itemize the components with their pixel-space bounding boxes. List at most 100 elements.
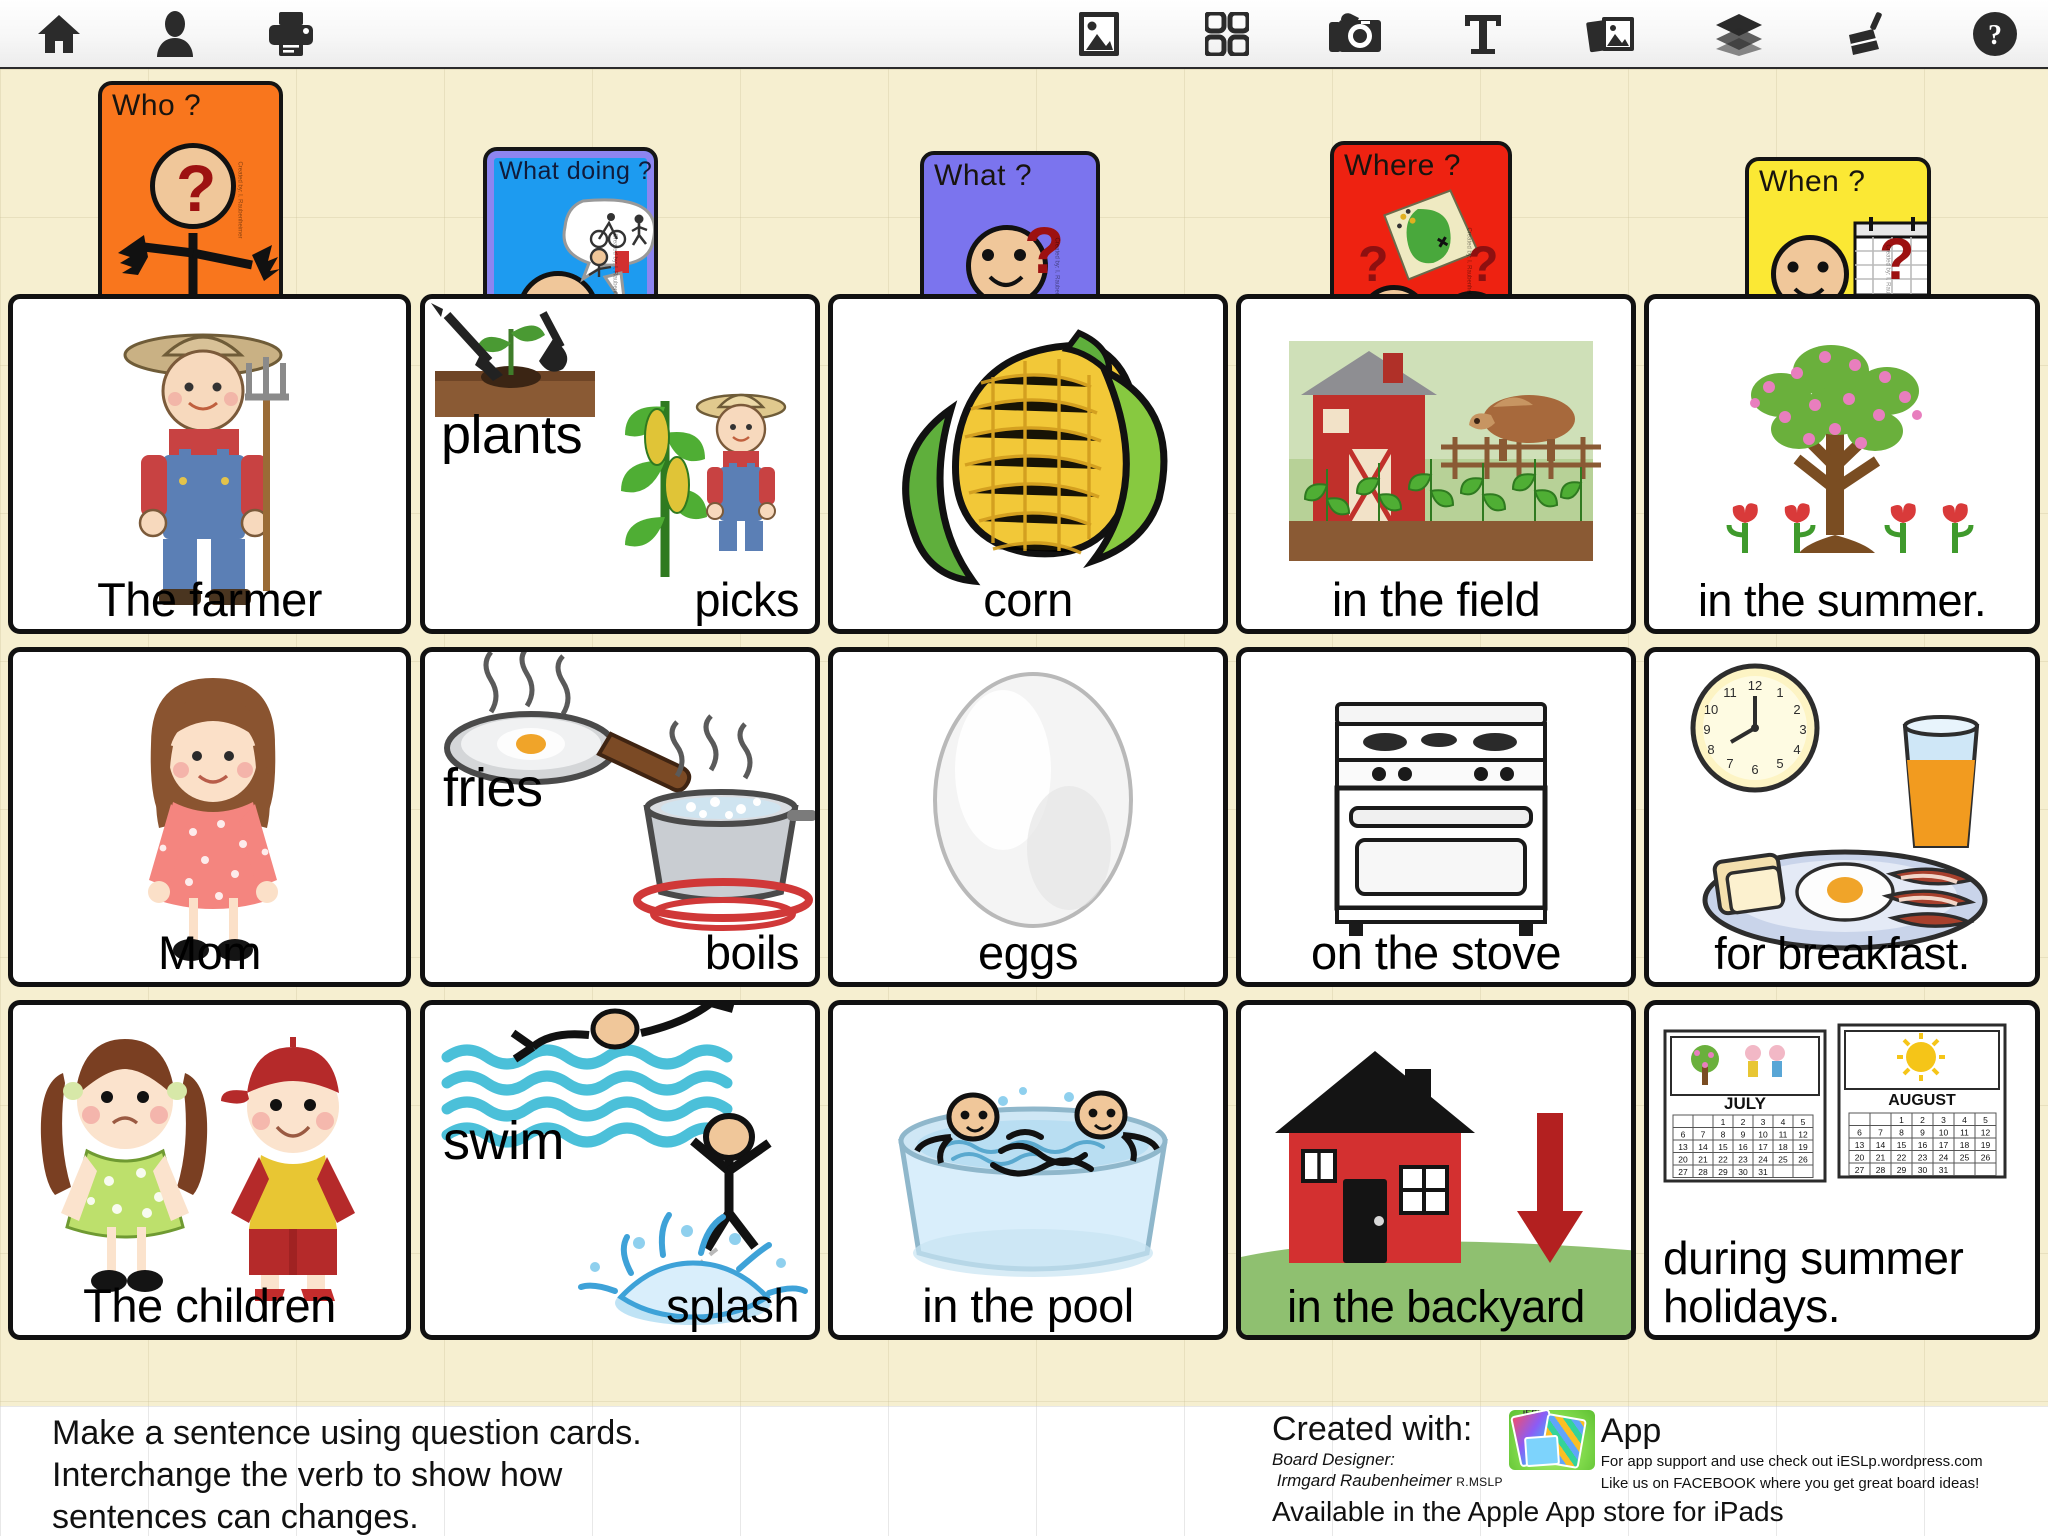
- grid-icon[interactable]: [1198, 7, 1256, 61]
- user-icon[interactable]: [146, 7, 204, 61]
- when-label: When ?: [1759, 165, 1866, 198]
- svg-text:19: 19: [1798, 1142, 1808, 1152]
- cell-plants-picks[interactable]: plants picks: [420, 294, 820, 634]
- home-icon[interactable]: [30, 7, 88, 61]
- svg-text:10: 10: [1939, 1128, 1949, 1138]
- broom-icon[interactable]: [1838, 7, 1896, 61]
- svg-text:9: 9: [1920, 1128, 1925, 1138]
- svg-text:5: 5: [1983, 1115, 1988, 1125]
- svg-text:3: 3: [1941, 1115, 1946, 1125]
- cell-for-breakfast[interactable]: 12 1 2 345 678 9 10 11 for breakfast.: [1644, 647, 2040, 987]
- svg-text:7: 7: [1726, 756, 1733, 771]
- sentence-grid: The farmer plants picks corn in the fiel…: [8, 294, 2040, 1353]
- cell-in-the-field[interactable]: in the field: [1236, 294, 1636, 634]
- cell-mom[interactable]: Mom: [8, 647, 411, 987]
- svg-text:11: 11: [1779, 1130, 1788, 1140]
- svg-text:7: 7: [1701, 1130, 1706, 1140]
- svg-text:14: 14: [1876, 1140, 1886, 1150]
- svg-text:29: 29: [1718, 1167, 1728, 1177]
- image-icon[interactable]: [1070, 7, 1128, 61]
- svg-text:14: 14: [1698, 1142, 1708, 1152]
- footer: Make a sentence using question cards. In…: [0, 1404, 2048, 1536]
- svg-text:27: 27: [1855, 1165, 1865, 1175]
- cell-text: on the stove: [1310, 926, 1562, 980]
- svg-text:18: 18: [1960, 1140, 1970, 1150]
- layers-icon[interactable]: [1710, 7, 1768, 61]
- svg-text:20: 20: [1678, 1155, 1688, 1165]
- credit-block: Created with: Board Designer: Irmgard Ra…: [1272, 1410, 2032, 1528]
- question-card-who[interactable]: ? Who ? Created by: I. Raubenheimer R. C…: [98, 81, 283, 319]
- svg-text:10: 10: [1704, 702, 1718, 717]
- stack-photos-icon[interactable]: [1582, 7, 1640, 61]
- svg-text:28: 28: [1876, 1165, 1886, 1175]
- print-icon[interactable]: [262, 7, 320, 61]
- what-label: What ?: [934, 159, 1033, 192]
- svg-text:24: 24: [1939, 1153, 1949, 1163]
- cell-text: splash: [666, 1279, 799, 1333]
- board-canvas: ? Who ? Created by: I. Raubenheimer R. C…: [0, 69, 2048, 1536]
- svg-text:25: 25: [1960, 1153, 1970, 1163]
- august-grid: 1 2 3 4 56 7 8 9 10 11 1213 14 15 16 17 18 1920 21 22 23 24 2…: [1848, 1112, 1997, 1176]
- cell-on-the-stove[interactable]: on the stove: [1236, 647, 1636, 987]
- svg-text:30: 30: [1918, 1165, 1928, 1175]
- cell-text: eggs: [978, 926, 1078, 980]
- svg-text:1: 1: [1721, 1117, 1726, 1127]
- svg-text:25: 25: [1778, 1155, 1788, 1165]
- help-icon[interactable]: ?: [1966, 7, 2024, 61]
- cell-in-the-backyard[interactable]: in the backyard: [1236, 1000, 1636, 1340]
- cell-swim-splash[interactable]: swim splash: [420, 1000, 820, 1340]
- cell-extra-text: swim: [443, 1111, 564, 1171]
- created-with-label: Created with:: [1272, 1410, 1473, 1448]
- cell-text: picks: [694, 573, 799, 627]
- cell-extra-text: fries: [443, 758, 543, 818]
- board-designer-label: Board Designer:: [1272, 1450, 1395, 1469]
- svg-text:7: 7: [1878, 1128, 1883, 1138]
- svg-text:8: 8: [1721, 1130, 1726, 1140]
- svg-text:3: 3: [1799, 722, 1806, 737]
- cell-text: during summer holidays.: [1649, 1232, 2035, 1333]
- available-line: Available in the Apple App store for iPa…: [1272, 1495, 1784, 1527]
- cell-fries-boils[interactable]: fries boils: [420, 647, 820, 987]
- svg-text:22: 22: [1718, 1155, 1728, 1165]
- svg-text:12: 12: [1748, 678, 1762, 693]
- cell-text: The farmer: [97, 573, 322, 627]
- cell-text: in the summer.: [1697, 575, 1987, 627]
- svg-text:12: 12: [1798, 1130, 1808, 1140]
- svg-text:26: 26: [1981, 1153, 1991, 1163]
- toolbar-right-group: ?: [1070, 7, 2048, 61]
- july-grid: 1 2 3 4 56 7 8 9 10 11 1213 14 15 16 17 18 1920 21 22 23 24 2…: [1672, 1114, 1814, 1178]
- svg-text:6: 6: [1857, 1128, 1862, 1138]
- svg-text:23: 23: [1738, 1155, 1748, 1165]
- svg-text:10: 10: [1758, 1130, 1768, 1140]
- cell-eggs[interactable]: eggs: [828, 647, 1228, 987]
- question-cards-row: ? Who ? Created by: I. Raubenheimer R. C…: [0, 69, 2048, 409]
- svg-text:8: 8: [1707, 742, 1714, 757]
- cell-in-the-summer[interactable]: in the summer.: [1644, 294, 2040, 634]
- cell-during-summer-holidays[interactable]: JULY 1 2 3 4 5 6 7 8 9 10 11 12 13 14 15 16 17 18 19 20 21 22…: [1644, 1000, 2040, 1340]
- svg-text:5: 5: [1801, 1117, 1806, 1127]
- svg-text:22: 22: [1897, 1153, 1907, 1163]
- svg-text:26: 26: [1798, 1155, 1808, 1165]
- cell-text-line: during summer holidays.: [1663, 1232, 1964, 1333]
- svg-text:17: 17: [1758, 1142, 1768, 1152]
- designer-name: Irmgard Raubenheimer R.MSLP: [1276, 1471, 1503, 1491]
- cell-text: boils: [704, 926, 800, 980]
- cell-text: for breakfast.: [1714, 928, 1970, 980]
- svg-text:23: 23: [1918, 1153, 1928, 1163]
- camera-icon[interactable]: [1326, 7, 1384, 61]
- svg-text:31: 31: [1758, 1167, 1768, 1177]
- cell-the-farmer[interactable]: The farmer: [8, 294, 411, 634]
- cell-text: in the pool: [922, 1279, 1134, 1333]
- svg-text:9: 9: [1703, 722, 1710, 737]
- cell-in-the-pool[interactable]: in the pool: [828, 1000, 1228, 1340]
- svg-text:?: ?: [1988, 20, 2002, 51]
- august-label: AUGUST: [1888, 1092, 1956, 1109]
- cell-the-children[interactable]: The children: [8, 1000, 411, 1340]
- text-icon[interactable]: [1454, 7, 1512, 61]
- svg-text:6: 6: [1681, 1130, 1686, 1140]
- svg-text:4: 4: [1781, 1117, 1786, 1127]
- cell-corn[interactable]: corn: [828, 294, 1228, 634]
- svg-text:15: 15: [1897, 1140, 1907, 1150]
- svg-text:3: 3: [1761, 1117, 1766, 1127]
- svg-text:2: 2: [1920, 1115, 1925, 1125]
